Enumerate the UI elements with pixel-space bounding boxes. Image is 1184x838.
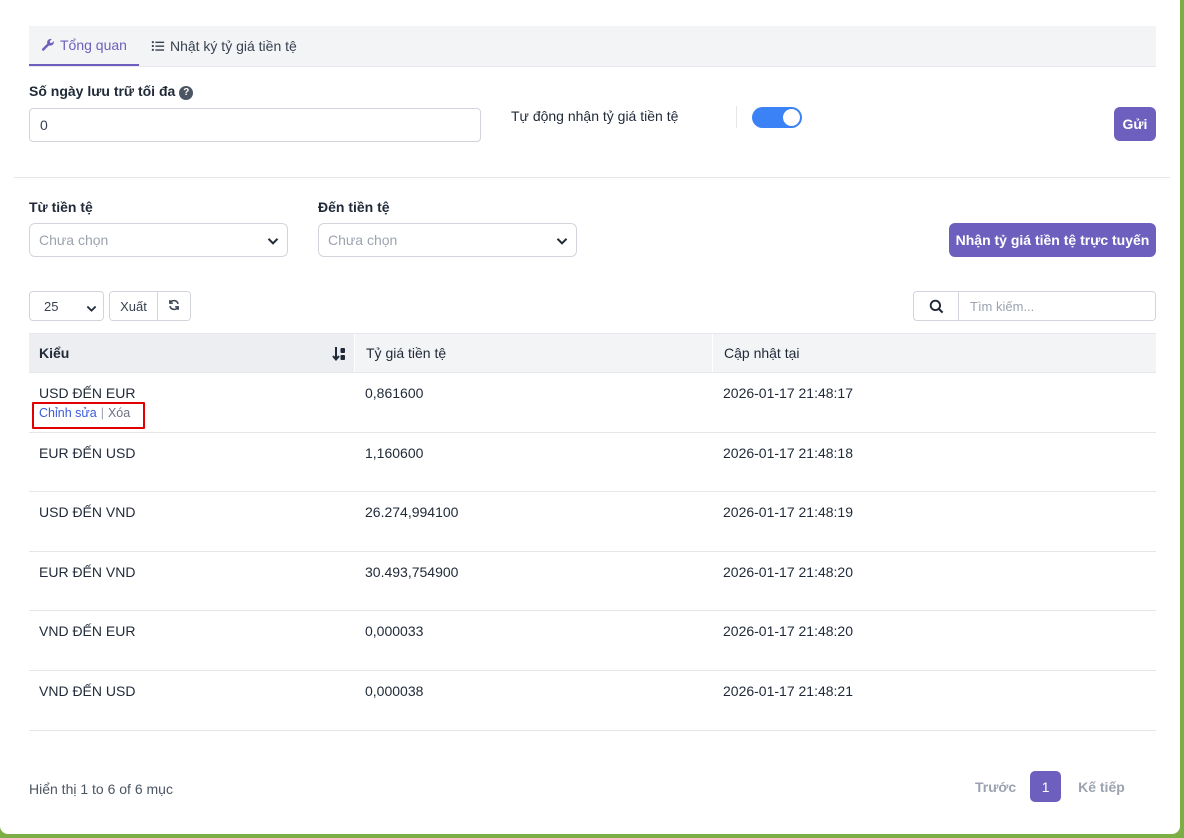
cell-updated: 2026-01-17 21:48:21 bbox=[723, 682, 853, 699]
table-row: USD ĐẾN VND 26.274,994100 2026-01-17 21:… bbox=[29, 492, 1156, 552]
search-icon[interactable] bbox=[914, 292, 959, 320]
chevron-down-icon bbox=[86, 302, 97, 313]
column-header-type[interactable]: Kiểu bbox=[29, 334, 354, 372]
retention-days-label: Số ngày lưu trữ tối đa? bbox=[29, 83, 194, 100]
table-row: EUR ĐẾN VND 30.493,754900 2026-01-17 21:… bbox=[29, 552, 1156, 612]
table-info: Hiển thị 1 to 6 of 6 mục bbox=[29, 781, 173, 797]
fetch-online-rates-button[interactable]: Nhận tỷ giá tiền tệ trực tuyến bbox=[949, 223, 1156, 257]
table-row: USD ĐẾN EUR Chỉnh sửa | Xóa 0,861600 202… bbox=[29, 373, 1156, 433]
cell-updated: 2026-01-17 21:48:20 bbox=[723, 623, 853, 640]
tab-overview-label: Tổng quan bbox=[60, 37, 127, 53]
table-row: VND ĐẾN EUR 0,000033 2026-01-17 21:48:20 bbox=[29, 611, 1156, 671]
next-page-button[interactable]: Kế tiếp bbox=[1078, 779, 1125, 795]
divider bbox=[736, 106, 737, 128]
table-header: Kiểu Tỷ giá tiền tệ Cập nhật tại bbox=[29, 333, 1156, 373]
tab-overview[interactable]: Tổng quan bbox=[29, 26, 139, 66]
cell-rate: 26.274,994100 bbox=[365, 504, 459, 521]
auto-rate-label: Tự động nhận tỷ giá tiền tệ bbox=[511, 108, 679, 124]
chevron-down-icon bbox=[267, 234, 279, 246]
tab-rate-log[interactable]: Nhật ký tỷ giá tiền tệ bbox=[139, 26, 309, 66]
cell-type: EUR ĐẾN USD bbox=[39, 444, 136, 461]
list-icon bbox=[151, 39, 165, 53]
cell-rate: 30.493,754900 bbox=[365, 563, 459, 580]
cell-rate: 0,000033 bbox=[365, 623, 424, 640]
refresh-button[interactable] bbox=[157, 292, 190, 320]
cell-type: VND ĐẾN EUR bbox=[39, 623, 136, 640]
page-1-button[interactable]: 1 bbox=[1030, 771, 1062, 802]
currency-rates-table: Kiểu Tỷ giá tiền tệ Cập nhật tại USD ĐẾN… bbox=[29, 333, 1156, 731]
cell-type: USD ĐẾN VND bbox=[39, 504, 136, 521]
cell-type: VND ĐẾN USD bbox=[39, 682, 136, 699]
prev-page-button[interactable]: Trước bbox=[975, 779, 1016, 795]
to-currency-placeholder: Chưa chọn bbox=[328, 232, 398, 248]
cell-updated: 2026-01-17 21:48:17 bbox=[723, 385, 853, 401]
cell-type: USD ĐẾN EUR Chỉnh sửa | Xóa bbox=[29, 373, 354, 432]
table-actions-group: Xuất bbox=[109, 291, 191, 321]
column-header-updated[interactable]: Cập nhật tại bbox=[712, 334, 1156, 372]
highlight-box bbox=[32, 402, 145, 429]
row-actions: Chỉnh sửa | Xóa bbox=[32, 402, 145, 429]
cell-rate: 0,861600 bbox=[365, 385, 424, 401]
from-currency-label: Từ tiền tệ bbox=[29, 199, 93, 215]
cell-updated: 2026-01-17 21:48:19 bbox=[723, 504, 853, 521]
cell-rate: 1,160600 bbox=[365, 444, 424, 461]
sort-icon[interactable] bbox=[332, 346, 346, 362]
help-icon[interactable]: ? bbox=[179, 85, 194, 100]
main-card: Tổng quan Nhật ký tỷ giá tiền tệ Số ngày… bbox=[0, 0, 1180, 834]
export-button[interactable]: Xuất bbox=[110, 292, 157, 320]
retention-days-label-text: Số ngày lưu trữ tối đa bbox=[29, 83, 176, 99]
page-size-value: 25 bbox=[44, 298, 59, 314]
wrench-icon bbox=[41, 38, 55, 52]
submit-button[interactable]: Gửi bbox=[1114, 107, 1156, 141]
from-currency-placeholder: Chưa chọn bbox=[39, 232, 109, 248]
chevron-down-icon bbox=[556, 234, 568, 246]
column-header-rate[interactable]: Tỷ giá tiền tệ bbox=[354, 334, 712, 372]
cell-updated: 2026-01-17 21:48:18 bbox=[723, 444, 853, 461]
to-currency-select[interactable]: Chưa chọn bbox=[318, 223, 577, 257]
pagination: Trước 1 Kế tiếp bbox=[975, 771, 1125, 802]
column-header-type-label: Kiểu bbox=[39, 345, 70, 361]
table-row: VND ĐẾN USD 0,000038 2026-01-17 21:48:21 bbox=[29, 671, 1156, 731]
search-box bbox=[913, 291, 1156, 321]
search-input[interactable] bbox=[959, 292, 1155, 320]
tab-bar: Tổng quan Nhật ký tỷ giá tiền tệ bbox=[29, 26, 1156, 67]
section-divider bbox=[14, 177, 1170, 178]
retention-days-input[interactable] bbox=[29, 108, 481, 142]
cell-updated: 2026-01-17 21:48:20 bbox=[723, 563, 853, 580]
to-currency-label: Đến tiền tệ bbox=[318, 199, 390, 215]
cell-type: EUR ĐẾN VND bbox=[39, 563, 136, 580]
page-size-select[interactable]: 25 bbox=[29, 291, 104, 321]
cell-rate: 0,000038 bbox=[365, 682, 424, 699]
auto-rate-toggle[interactable] bbox=[752, 107, 802, 128]
refresh-icon bbox=[168, 299, 180, 314]
cell-type-text: USD ĐẾN EUR bbox=[39, 385, 136, 401]
toggle-knob bbox=[783, 109, 800, 126]
table-row: EUR ĐẾN USD 1,160600 2026-01-17 21:48:18 bbox=[29, 433, 1156, 493]
tab-rate-log-label: Nhật ký tỷ giá tiền tệ bbox=[169, 38, 297, 54]
from-currency-select[interactable]: Chưa chọn bbox=[29, 223, 288, 257]
